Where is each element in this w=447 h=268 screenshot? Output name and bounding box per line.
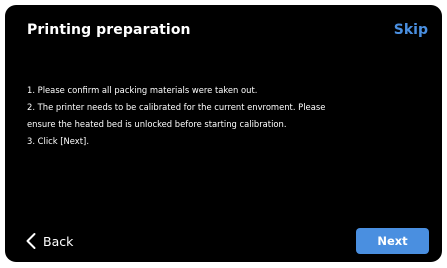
instruction-line: 3. Click [Next]. (27, 136, 89, 146)
instruction-line: 2. The printer needs to be calibrated fo… (27, 102, 326, 112)
back-button[interactable]: Back (25, 231, 73, 251)
skip-button[interactable]: Skip (394, 22, 428, 38)
page-title: Printing preparation (27, 22, 191, 38)
back-label: Back (43, 233, 74, 249)
next-button[interactable]: Next (356, 228, 429, 254)
instruction-line: ensure the heated bed is unlocked before… (27, 119, 287, 129)
instruction-line: 1. Please confirm all packing materials … (27, 85, 258, 95)
instructions-text: 1. Please confirm all packing materials … (27, 82, 427, 150)
chevron-left-icon (25, 231, 38, 251)
printing-preparation-screen: Printing preparation Skip 1. Please conf… (5, 5, 442, 262)
